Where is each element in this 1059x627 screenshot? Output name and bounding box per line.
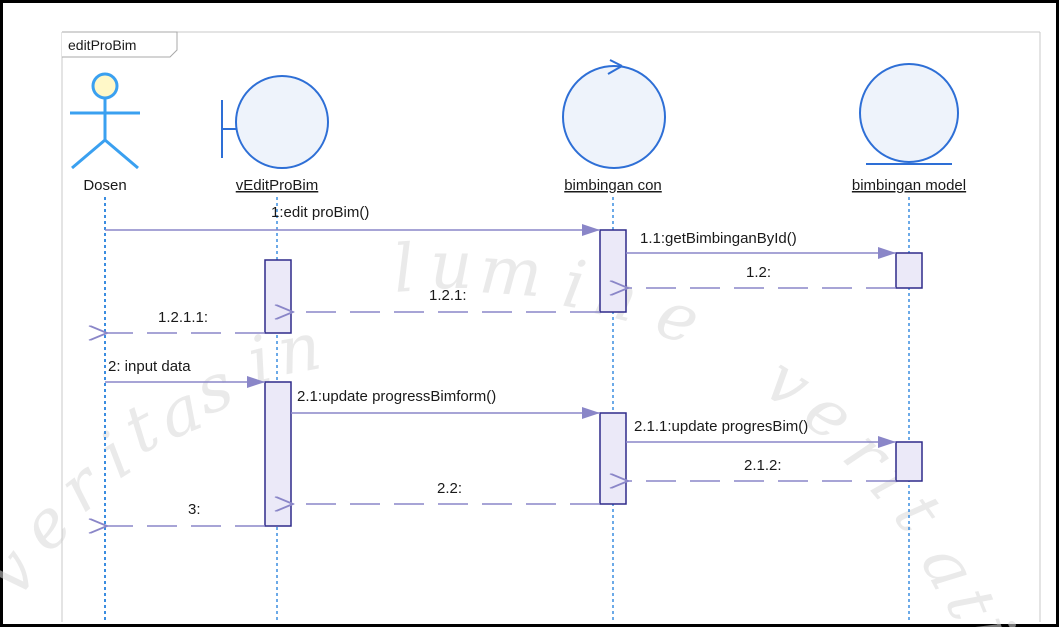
message-label: 2.1.2:: [744, 457, 782, 474]
activation-con-1: [599, 229, 627, 313]
entity-icon: [859, 63, 959, 165]
activation-model-1: [895, 252, 923, 289]
message-label: 2.2:: [437, 480, 462, 497]
activation-model-2: [895, 441, 923, 482]
message-label: 1:edit proBim(): [271, 204, 369, 221]
sequence-diagram: v e r i t a s i n l u m i n e v e r i t …: [0, 0, 1059, 627]
activation-con-2: [599, 412, 627, 505]
lifeline-name: Dosen: [83, 177, 126, 194]
lifeline-name: bimbingan model: [852, 177, 966, 194]
message-label: 3:: [188, 501, 201, 518]
message-label: 2: input data: [108, 358, 191, 375]
frame-label: editProBim: [68, 37, 136, 53]
message-label: 1.2:: [746, 264, 771, 281]
message-label: 1.2.1:: [429, 287, 467, 304]
lifeline-name: bimbingan con: [564, 177, 662, 194]
activation-view-1: [264, 259, 292, 334]
message-label: 1.2.1.1:: [158, 309, 208, 326]
message-label: 2.1:update progressBimform(): [297, 388, 496, 405]
watermark-letter: m: [477, 231, 545, 312]
message-label: 2.1.1:update progresBim(): [634, 418, 808, 435]
message-label: 1.1:getBimbinganById(): [640, 230, 797, 247]
lifeline-name: vEditProBim: [236, 177, 319, 194]
activation-view-2: [264, 381, 292, 527]
